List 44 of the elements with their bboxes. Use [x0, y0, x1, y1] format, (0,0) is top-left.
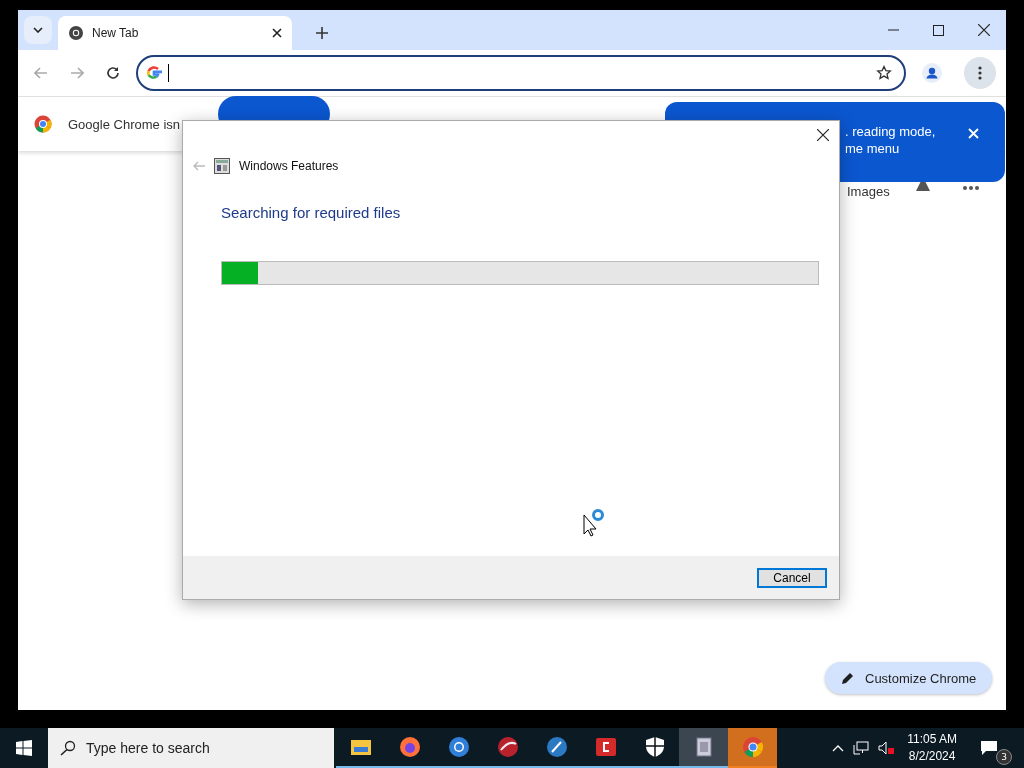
- chevron-down-icon: [33, 27, 43, 33]
- busy-cursor-icon: [583, 509, 607, 537]
- browser-tab[interactable]: New Tab: [58, 16, 292, 50]
- slash-ball-icon: [545, 736, 568, 758]
- reload-icon[interactable]: [106, 66, 120, 80]
- pencil-icon: [841, 671, 855, 685]
- bracket-tile-icon: [594, 736, 617, 758]
- status-heading: Searching for required files: [221, 204, 402, 221]
- fox-browser-icon: [398, 736, 421, 758]
- apps-icon[interactable]: [963, 185, 979, 191]
- shield-icon: [643, 736, 666, 758]
- dialog-title: Windows Features: [239, 159, 339, 173]
- tab-title: New Tab: [92, 26, 140, 40]
- address-bar[interactable]: [136, 55, 906, 91]
- menu-icon: [978, 66, 982, 80]
- search-field[interactable]: Type here to search: [48, 728, 334, 768]
- maximize-icon[interactable]: [933, 24, 944, 36]
- swoosh-ball-icon: [496, 736, 519, 758]
- notification-icon[interactable]: [980, 740, 998, 756]
- promo-text: me menu: [845, 141, 901, 156]
- customize-chrome-button[interactable]: Customize Chrome: [825, 662, 993, 694]
- clock-date[interactable]: 8/2/2024: [908, 748, 956, 765]
- chevron-up-icon[interactable]: [832, 744, 845, 752]
- info-message: Google Chrome isn: [68, 116, 180, 132]
- features-icon: [214, 158, 230, 174]
- start-icon[interactable]: [16, 740, 32, 756]
- muted-speaker-icon[interactable]: [878, 741, 895, 755]
- close-icon[interactable]: [272, 28, 282, 38]
- close-icon[interactable]: [817, 129, 829, 141]
- profile-icon[interactable]: [922, 63, 942, 83]
- cancel-button[interactable]: Cancel: [757, 567, 827, 588]
- star-icon[interactable]: [876, 65, 892, 81]
- tab-search-button[interactable]: [24, 16, 52, 44]
- notification-count: 3: [996, 749, 1012, 765]
- clock-time[interactable]: 11:05 AM: [907, 731, 957, 748]
- google-g-icon: [146, 65, 162, 81]
- images-link[interactable]: Images: [847, 184, 890, 199]
- taskbar-app[interactable]: [679, 728, 728, 768]
- ring-icon: [447, 736, 470, 758]
- promo-text: . reading mode,: [845, 124, 936, 139]
- network-icon[interactable]: [853, 741, 870, 755]
- menu-button[interactable]: [964, 57, 996, 89]
- new-tab-icon[interactable]: [316, 27, 328, 39]
- close-icon[interactable]: [978, 24, 990, 36]
